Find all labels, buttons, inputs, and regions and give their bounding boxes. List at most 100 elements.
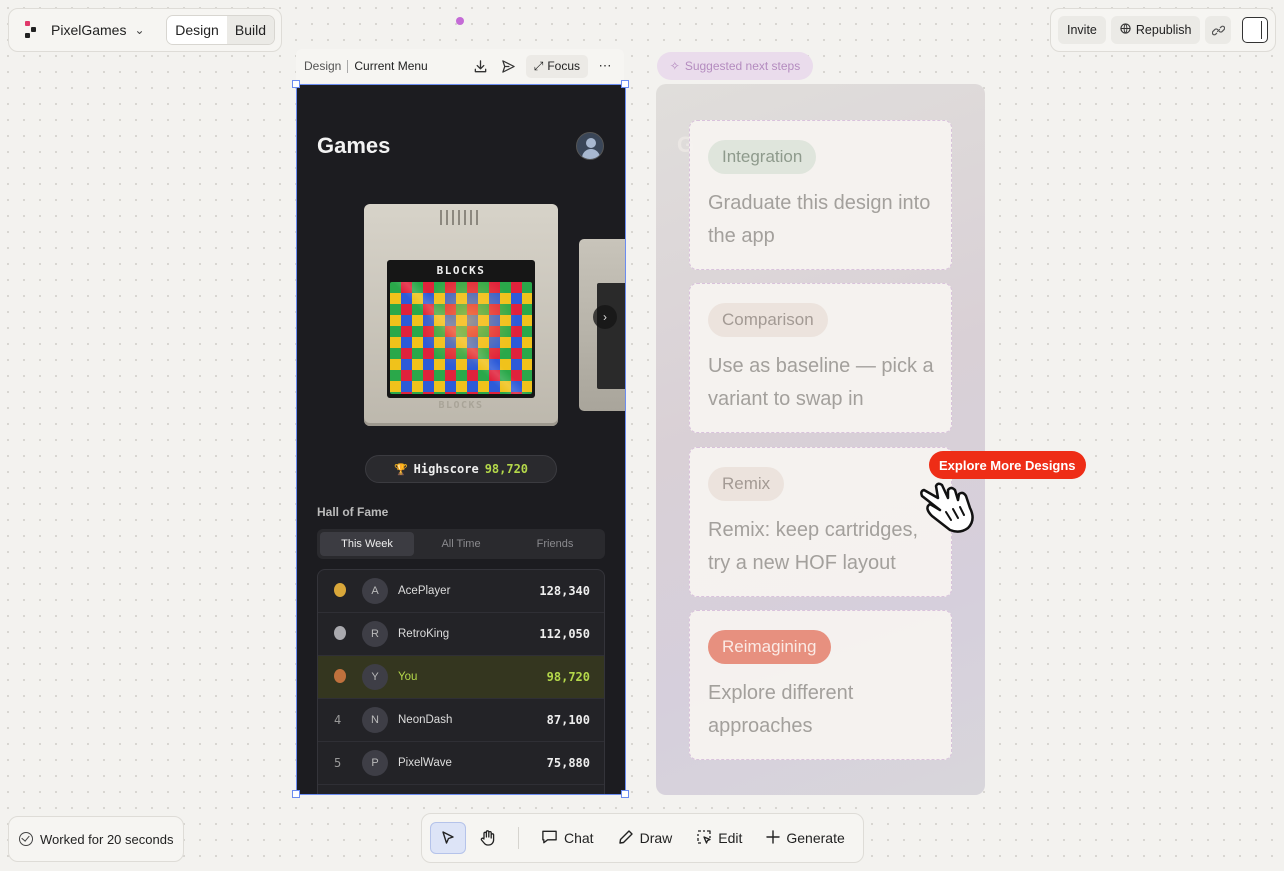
republish-button[interactable]: Republish — [1110, 16, 1201, 44]
expand-icon: ⤢ — [533, 58, 544, 73]
rank-cell — [334, 668, 362, 686]
divider — [518, 827, 519, 849]
player-name: PixelWave — [398, 757, 452, 769]
avatar: A — [362, 578, 388, 604]
player-name: RetroKing — [398, 628, 450, 640]
rank-cell: 5 — [334, 756, 342, 770]
suggestion-card-integration[interactable]: Integration Graduate this design into th… — [689, 120, 952, 270]
chat-button[interactable]: Chat — [531, 822, 604, 854]
tab-friends[interactable]: Friends — [508, 532, 602, 556]
resize-handle[interactable] — [621, 790, 629, 798]
player-score: 87,100 — [546, 713, 590, 727]
suggestion-card-comparison[interactable]: Comparison Use as baseline — pick a vari… — [689, 283, 952, 433]
generate-button[interactable]: Generate — [756, 822, 854, 854]
hand-tool-icon[interactable] — [470, 822, 506, 854]
avatar: Y — [362, 664, 388, 690]
focus-button[interactable]: ⤢ Focus — [525, 54, 588, 78]
chat-icon — [541, 829, 558, 848]
app-logo-icon[interactable] — [21, 19, 43, 41]
cartridge-grip — [440, 210, 482, 225]
rank-cell — [334, 625, 362, 643]
project-name[interactable]: PixelGames — [51, 22, 126, 38]
table-row-current-user[interactable]: Y You 98,720 — [318, 656, 604, 699]
highscore-badge: 🏆 Highscore 98,720 — [365, 455, 557, 483]
suggestion-card-remix[interactable]: Remix Remix: keep cartridges, try a new … — [689, 447, 952, 597]
suggestion-text: Graduate this design into the app — [708, 192, 931, 247]
pointer-hand-icon — [918, 476, 982, 541]
work-status-text: Worked for 20 seconds — [40, 831, 174, 847]
mode-build-button[interactable]: Build — [226, 16, 274, 44]
tab-all-time[interactable]: All Time — [414, 532, 508, 556]
bottom-toolbar: Chat Draw Edit Generate — [421, 813, 864, 863]
draw-label: Draw — [639, 830, 673, 846]
draw-button[interactable]: Draw — [608, 822, 683, 854]
rank-cell: 4 — [334, 713, 342, 727]
chevron-right-icon[interactable]: › — [593, 305, 617, 329]
cartridge-title: BLOCKS — [436, 264, 486, 277]
cartridge-artwork — [390, 282, 532, 394]
panel-toggle-icon[interactable] — [1242, 17, 1268, 43]
frame-section: Design — [304, 59, 342, 73]
table-row[interactable]: 4 N NeonDash 87,100 — [318, 699, 604, 742]
focus-label: Focus — [547, 59, 580, 73]
check-circle-icon — [19, 832, 33, 846]
chevron-down-icon[interactable]: ⌄ — [134, 23, 144, 37]
rank-cell — [334, 582, 362, 600]
mode-switch: Design Build — [166, 15, 275, 45]
suggestion-card-reimagining[interactable]: Reimagining Explore different approaches — [689, 610, 952, 760]
avatar: R — [362, 621, 388, 647]
suggestion-text: Use as baseline — pick a variant to swap… — [708, 355, 934, 410]
suggestion-tag: Integration — [708, 140, 817, 174]
edit-button[interactable]: Edit — [686, 822, 752, 854]
player-name: NeonDash — [398, 714, 453, 726]
frame-name[interactable]: Current Menu — [354, 59, 427, 73]
gold-medal-icon — [334, 582, 346, 597]
explore-more-designs-badge[interactable]: Explore More Designs — [929, 451, 1086, 479]
send-icon[interactable] — [498, 55, 520, 77]
bronze-medal-icon — [334, 668, 346, 683]
cartridge-label: BLOCKS — [387, 260, 535, 398]
link-icon[interactable] — [1205, 16, 1232, 44]
more-icon[interactable]: ⋯ — [594, 55, 616, 77]
share-bar: Invite Republish — [1050, 8, 1276, 52]
pencil-icon — [618, 829, 634, 848]
select-tool-icon[interactable] — [430, 822, 466, 854]
suggested-steps-pill[interactable]: ✧ Suggested next steps — [657, 52, 813, 80]
leaderboard: A AcePlayer 128,340 R RetroKing 112,050 … — [317, 569, 605, 794]
edit-select-icon — [696, 829, 712, 848]
suggestion-tag: Comparison — [708, 303, 828, 337]
download-icon[interactable] — [470, 55, 492, 77]
plus-icon — [766, 829, 781, 847]
player-score: 112,050 — [539, 627, 590, 641]
table-row[interactable]: A AcePlayer 128,340 — [318, 570, 604, 613]
resize-handle[interactable] — [292, 80, 300, 88]
suggestion-text: Explore different approaches — [708, 682, 854, 737]
tab-this-week[interactable]: This Week — [320, 532, 414, 556]
republish-label: Republish — [1135, 23, 1192, 37]
edit-label: Edit — [718, 830, 743, 846]
avatar[interactable] — [576, 132, 604, 160]
sparkle-icon: ✧ — [669, 59, 680, 73]
player-score: 75,880 — [546, 756, 590, 770]
avatar: P — [362, 750, 388, 776]
invite-button[interactable]: Invite — [1058, 16, 1106, 44]
cartridge-card[interactable]: BLOCKS BLOCKS — [364, 204, 558, 426]
mode-design-button[interactable]: Design — [167, 16, 227, 44]
globe-icon — [1120, 23, 1131, 37]
divider — [347, 59, 349, 73]
resize-handle[interactable] — [292, 790, 300, 798]
project-bar: PixelGames ⌄ Design Build — [8, 8, 282, 52]
design-frame[interactable]: Games BLOCKS BLOCKS › 🏆 Highscore 98,720… — [296, 84, 626, 795]
player-name: AcePlayer — [398, 585, 451, 597]
resize-handle[interactable] — [621, 80, 629, 88]
page-title: Games — [317, 133, 391, 158]
suggestion-text: Remix: keep cartridges, try a new HOF la… — [708, 519, 919, 574]
cartridge-embossed-text: BLOCKS — [438, 400, 484, 411]
highscore-label: Highscore — [413, 462, 479, 476]
presence-dot — [456, 17, 464, 25]
work-status: Worked for 20 seconds — [8, 816, 184, 862]
table-row[interactable]: 5 P PixelWave 75,880 — [318, 742, 604, 785]
trophy-icon: 🏆 — [393, 462, 408, 476]
table-row[interactable]: R RetroKing 112,050 — [318, 613, 604, 656]
hof-tabs: This Week All Time Friends — [317, 529, 605, 559]
